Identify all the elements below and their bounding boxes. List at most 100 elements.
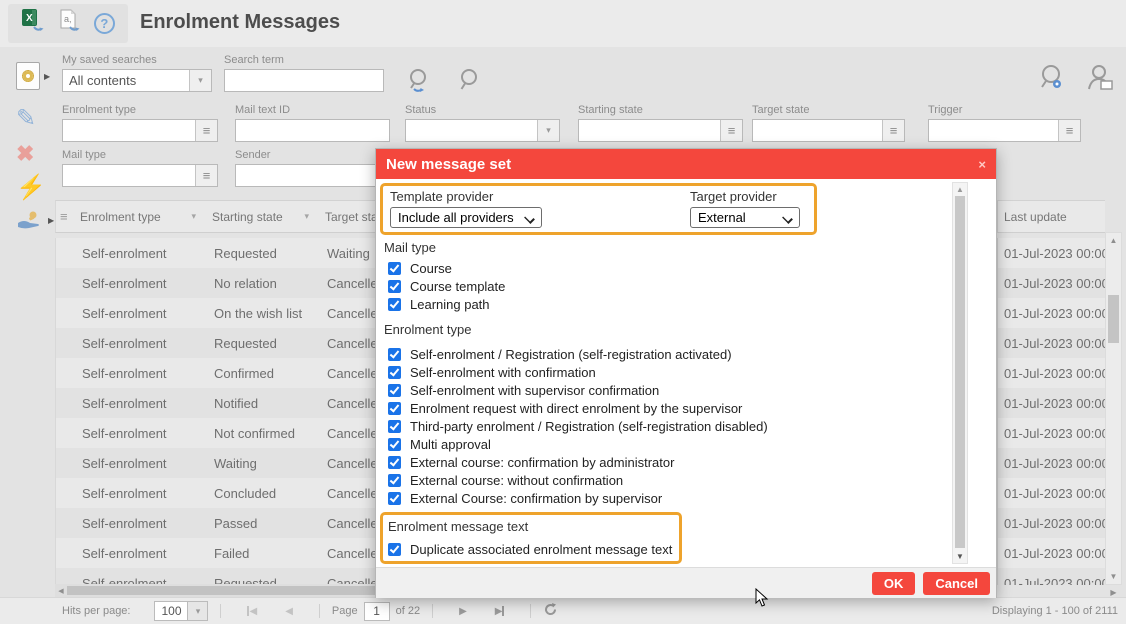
scroll-up-icon[interactable]: ▲ (953, 185, 967, 194)
checkbox-checked-icon[interactable] (388, 492, 401, 505)
cell-starting-state: Waiting (206, 448, 319, 478)
assign-icon[interactable]: ▶ (16, 208, 54, 232)
chevron-down-icon[interactable]: ▾ (189, 70, 211, 91)
lightning-icon[interactable]: ⚡ (16, 173, 46, 202)
search-refresh-icon[interactable] (406, 66, 434, 101)
column-enrolment-type[interactable]: Enrolment type ▾ (74, 201, 206, 232)
first-page-button[interactable]: ◀ (247, 606, 257, 617)
checkbox-checked-icon[interactable] (388, 438, 401, 451)
scroll-left-icon[interactable]: ◀ (55, 587, 67, 595)
row-drag-cell (56, 238, 74, 268)
drag-handle-icon[interactable]: ≡ (56, 209, 74, 224)
expand-arrow-icon[interactable]: ▶ (44, 72, 50, 81)
template-provider-select[interactable]: Include all providers (390, 207, 542, 228)
previous-page-button[interactable]: ◀ (285, 606, 293, 617)
checkbox-option[interactable]: Enrolment request with direct enrolment … (388, 402, 768, 415)
search-term-input[interactable] (225, 70, 383, 91)
vertical-scrollbar[interactable]: ▲ ▼ (1105, 232, 1122, 585)
svg-text:X: X (26, 13, 33, 24)
text-export-icon[interactable]: a, (57, 8, 83, 39)
checkbox-option[interactable]: Third-party enrolment / Registration (se… (388, 420, 768, 433)
enrolment-type-input[interactable]: ≡ (62, 119, 218, 142)
target-provider-label: Target provider (690, 189, 777, 204)
scrollbar-thumb[interactable] (955, 196, 965, 548)
sort-arrow-icon[interactable]: ▾ (304, 211, 309, 222)
scrollbar-thumb[interactable] (1108, 295, 1119, 343)
picker-icon[interactable]: ≡ (195, 165, 217, 186)
checkbox-checked-icon[interactable] (388, 402, 401, 415)
checkbox-option[interactable]: External course: without confirmation (388, 474, 768, 487)
dialog-header[interactable]: New message set × (376, 149, 996, 179)
checkbox-label: Duplicate associated enrolment message t… (410, 542, 672, 557)
checkbox-option[interactable]: Self-enrolment with supervisor confirmat… (388, 384, 768, 397)
delete-icon[interactable]: ✖ (16, 141, 34, 167)
mail-type-input[interactable]: ≡ (62, 164, 218, 187)
filter-label: Mail text ID (235, 104, 390, 116)
top-header: X a, ? Enrolment Messages (0, 0, 1126, 47)
help-icon[interactable]: ? (94, 13, 115, 34)
hits-per-page-select[interactable]: 100 ▾ (154, 601, 208, 621)
close-icon[interactable]: × (978, 157, 986, 172)
cancel-button[interactable]: Cancel (923, 572, 990, 595)
checkbox-checked-icon[interactable] (388, 348, 401, 361)
checkbox-checked-icon[interactable] (388, 384, 401, 397)
checkbox-checked-icon[interactable] (388, 280, 401, 293)
picker-icon[interactable]: ≡ (720, 120, 742, 141)
picker-icon[interactable]: ≡ (1058, 120, 1080, 141)
checkbox-option[interactable]: Multi approval (388, 438, 768, 451)
saved-searches-select[interactable]: ▾ (62, 69, 212, 92)
search-settings-icon[interactable] (1036, 62, 1068, 101)
edit-icon[interactable]: ✎ (16, 104, 36, 133)
checkbox-checked-icon[interactable] (388, 366, 401, 379)
chevron-down-icon[interactable]: ▾ (537, 120, 559, 141)
scroll-up-icon[interactable]: ▲ (1106, 236, 1121, 245)
checkbox-checked-icon[interactable] (388, 262, 401, 275)
checkbox-checked-icon[interactable] (388, 420, 401, 433)
last-page-button[interactable]: ▶ (495, 606, 505, 617)
checkbox-label: External course: confirmation by adminis… (410, 455, 674, 470)
row-drag-cell (56, 448, 74, 478)
checkbox-option[interactable]: Self-enrolment / Registration (self-regi… (388, 348, 768, 361)
refresh-icon[interactable] (543, 602, 558, 620)
row-drag-cell (56, 538, 74, 568)
scroll-down-icon[interactable]: ▼ (1106, 572, 1121, 581)
checkbox-option[interactable]: External course: confirmation by adminis… (388, 456, 768, 469)
status-select[interactable]: ▾ (405, 119, 560, 142)
mail-text-id-input[interactable] (235, 119, 390, 142)
checkbox-option[interactable]: External Course: confirmation by supervi… (388, 492, 768, 505)
target-provider-select[interactable]: External (690, 207, 800, 228)
profile-icon[interactable] (1084, 62, 1116, 101)
starting-state-input[interactable]: ≡ (578, 119, 743, 142)
checkbox-checked-icon[interactable] (388, 474, 401, 487)
column-last-update[interactable]: Last update (997, 201, 1106, 232)
checkbox-option[interactable]: Course template (388, 280, 505, 293)
picker-icon[interactable]: ≡ (195, 120, 217, 141)
page-number-input[interactable] (364, 602, 390, 621)
sort-arrow-icon[interactable]: ▾ (191, 211, 196, 222)
picker-icon[interactable]: ≡ (882, 120, 904, 141)
trigger-input[interactable]: ≡ (928, 119, 1081, 142)
saved-searches-value[interactable] (63, 70, 189, 91)
checkbox-option[interactable]: Self-enrolment with confirmation (388, 366, 768, 379)
search-icon[interactable] (456, 66, 484, 101)
checkbox-option[interactable]: Course (388, 262, 505, 275)
checkbox-checked-icon[interactable] (388, 543, 401, 556)
new-document-icon[interactable]: ▶ (16, 62, 50, 90)
chevron-down-icon[interactable]: ▾ (188, 601, 208, 621)
next-page-button[interactable]: ▶ (459, 606, 467, 617)
checkbox-option[interactable]: Learning path (388, 298, 505, 311)
column-starting-state[interactable]: Starting state ▾ (206, 201, 319, 232)
ok-button[interactable]: OK (872, 572, 916, 595)
expand-arrow-icon[interactable]: ▶ (48, 216, 54, 225)
scroll-down-icon[interactable]: ▼ (953, 552, 967, 561)
search-term-label: Search term (224, 54, 384, 66)
checkbox-checked-icon[interactable] (388, 456, 401, 469)
checkbox-label: Self-enrolment with supervisor confirmat… (410, 383, 659, 398)
checkbox-checked-icon[interactable] (388, 298, 401, 311)
sender-input[interactable] (235, 164, 390, 187)
target-state-input[interactable]: ≡ (752, 119, 905, 142)
search-term-box[interactable] (224, 69, 384, 92)
checkbox-option[interactable]: Duplicate associated enrolment message t… (388, 543, 672, 556)
excel-export-icon[interactable]: X (21, 8, 47, 39)
dialog-scrollbar[interactable]: ▲ ▼ (952, 182, 968, 564)
